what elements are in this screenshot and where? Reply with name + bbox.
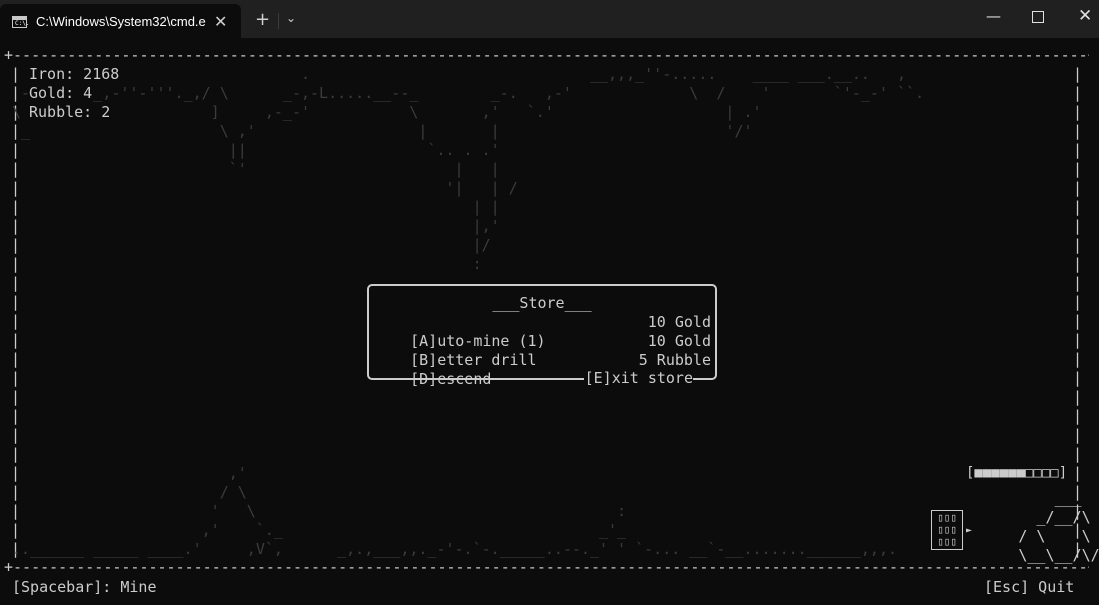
iron-count: Iron: 2168 [29, 65, 120, 84]
exit-store-button[interactable]: [E]xit store [583, 369, 693, 388]
frame-right-border: | | | | | | | | | | | | | | | | | | | | … [1073, 65, 1083, 558]
store-item-cost: 10 Gold [647, 332, 711, 350]
rubble-count: Rubble: 2 [29, 103, 111, 122]
store-title: ___Store___ [492, 294, 592, 312]
maximize-button[interactable] [1032, 11, 1044, 23]
close-tab-icon[interactable]: ✕ [214, 12, 227, 31]
minimize-button[interactable]: — [986, 7, 1001, 25]
cave-floor-art: ,' / \ ' \: ,' `._ _'_ ..______ _____ _… [12, 464, 898, 558]
esc-quit-hint: [Esc] Quit [984, 578, 1075, 596]
frame-top-border: +---------------------------------------… [4, 46, 1089, 64]
store-item-cost: 5 Rubble [638, 351, 711, 369]
arrow-right-icon: ► [966, 525, 973, 536]
store-door-icon: ▯▯▯ ▯▯▯ ▯▯▯ [931, 510, 963, 550]
drill-progress-bar: [■■■■■■□□□□] [966, 465, 1068, 481]
store-item-cost: 10 Gold [647, 313, 711, 331]
cave-ceiling-art: _ . __,,,_''-..... ____ ___.__.. , - ' _… [12, 65, 925, 273]
cmd-icon: C:\. [12, 16, 29, 28]
title-bar: C:\. C:\Windows\System32\cmd.e ✕ + ⌄ — ✕ [0, 0, 1099, 38]
new-tab-button[interactable]: + [255, 9, 270, 30]
tab-cmd[interactable]: C:\. C:\Windows\System32\cmd.e ✕ [0, 4, 241, 38]
spacebar-mine-hint: [Spacebar]: Mine [12, 578, 157, 596]
tab-title: C:\Windows\System32\cmd.e [36, 14, 206, 29]
store-item-label: [D]escend [410, 370, 492, 388]
close-window-button[interactable]: ✕ [1078, 6, 1092, 26]
store-item-descend[interactable]: [D]escend 5 Rubble [374, 351, 711, 388]
gold-count: Gold: 4 [29, 84, 93, 103]
store-dialog: ___Store___ [A]uto-mine (1) 10 Gold [B]e… [367, 284, 717, 388]
chevron-down-icon[interactable]: ⌄ [286, 11, 296, 25]
store-item-auto-mine[interactable]: [A]uto-mine (1) 10 Gold [374, 313, 711, 350]
separator [278, 13, 279, 29]
store-item-better-drill[interactable]: [B]etter drill 10 Gold [374, 332, 711, 369]
